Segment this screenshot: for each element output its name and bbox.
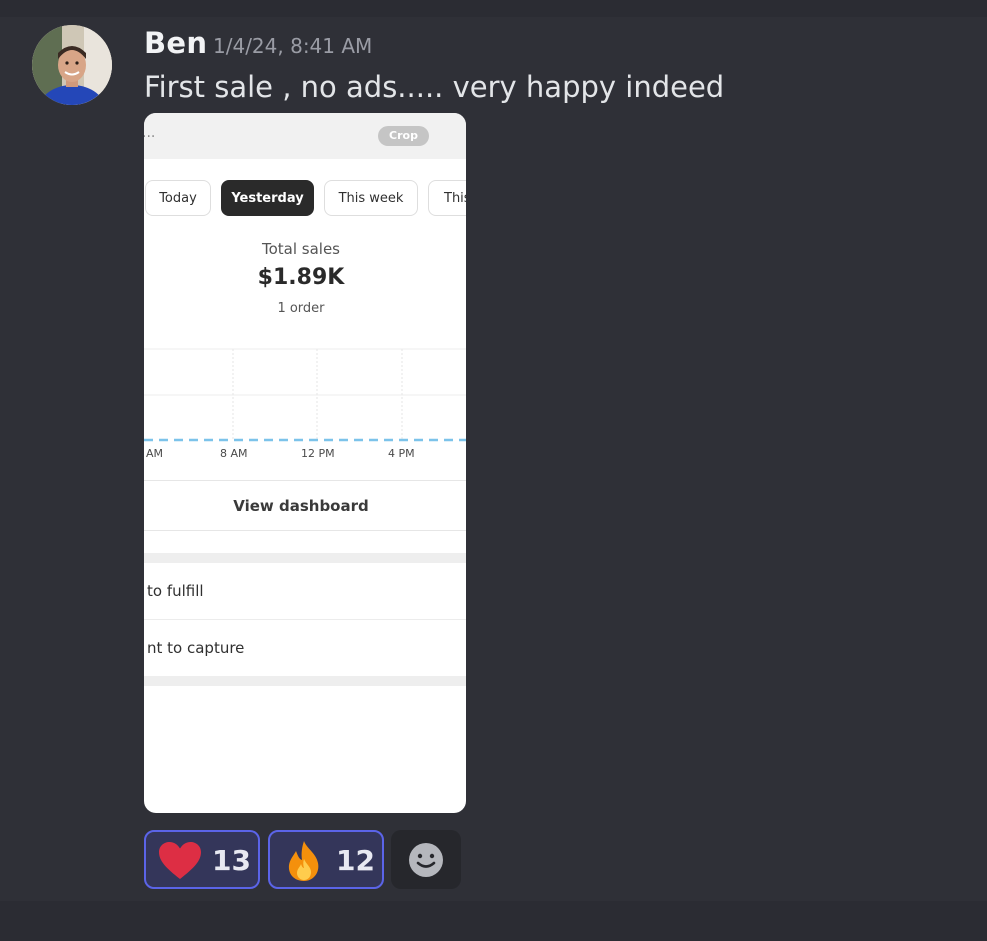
reaction-count: 13 [212,844,251,877]
bottom-strip [0,901,987,941]
chart-x-label: 8 AM [220,447,248,460]
image-attachment[interactable]: ... Crop Today Yesterday This week This … [144,113,466,813]
total-sales-label: Total sales [261,240,341,258]
tab-this-week: This week [324,180,418,216]
tab-this: This [428,180,466,216]
chart-x-label: 12 PM [301,447,335,460]
author-name[interactable]: Ben [144,26,207,60]
heart-icon [158,841,202,885]
message-timestamp: 1/4/24, 8:41 AM [213,34,373,58]
message-text: First sale , no ads..... very happy inde… [144,70,725,104]
reaction-count: 12 [336,844,375,877]
tab-yesterday: Yesterday [221,180,314,216]
row-label: nt to capture [147,639,245,657]
top-strip [0,0,987,17]
total-sales-value: $1.89K [257,265,345,290]
row-label: to fulfill [147,582,204,600]
section-separator [144,553,466,563]
crop-button: Crop [378,126,429,146]
list-item-to-capture: nt to capture [144,620,466,676]
reaction-heart[interactable]: 13 [144,830,260,889]
view-dashboard-button: View dashboard [144,480,466,531]
orders-count: 1 order [277,301,325,316]
attachment-dots: ... [144,125,156,141]
fire-icon [283,839,325,887]
add-reaction-button[interactable] [391,830,461,889]
reaction-fire[interactable]: 12 [268,830,384,889]
chart-x-label: 4 PM [388,447,415,460]
avatar[interactable] [32,25,112,105]
list-item-to-fulfill: to fulfill [144,563,466,620]
section-separator [144,676,466,686]
tab-today: Today [145,180,211,216]
chart-x-label: AM [146,447,164,460]
smiley-add-reaction-icon [409,843,443,877]
user-avatar-photo [32,25,112,105]
